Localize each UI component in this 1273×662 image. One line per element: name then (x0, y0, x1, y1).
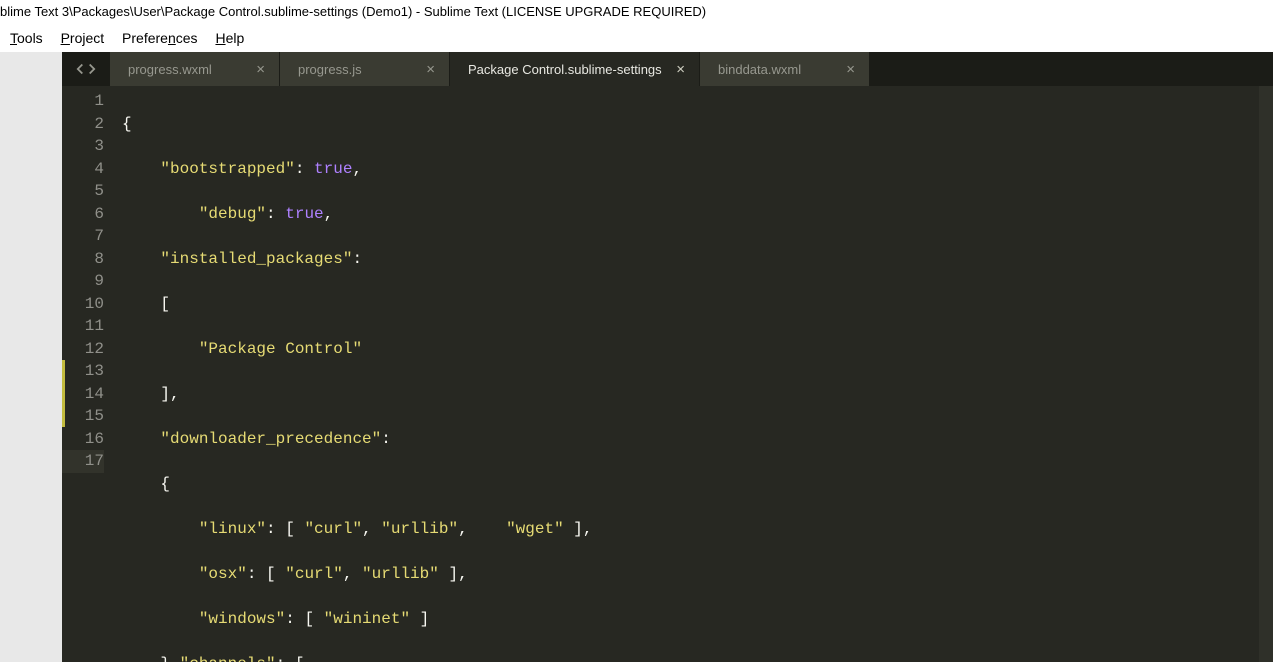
close-icon[interactable]: × (256, 62, 265, 77)
code-token: true (314, 160, 352, 178)
code-token: : [ (276, 655, 305, 662)
code-token: }, (160, 655, 179, 662)
code-token: "urllib" (381, 520, 458, 538)
code-token: , (343, 565, 362, 583)
vertical-scrollbar[interactable] (1259, 86, 1273, 662)
code-token: "curl" (304, 520, 362, 538)
code-token: "windows" (199, 610, 285, 628)
code-token: , (324, 205, 334, 223)
line-number: 17 (62, 450, 104, 473)
nav-forward-icon (87, 63, 96, 75)
menu-tools[interactable]: Tools (10, 30, 43, 46)
line-number: 11 (62, 315, 104, 338)
close-icon[interactable]: × (426, 62, 435, 77)
code-token: : (352, 250, 362, 268)
code-token: "bootstrapped" (160, 160, 294, 178)
menu-bar: Tools Project Preferences Help (0, 24, 1273, 52)
line-number: 10 (62, 293, 104, 316)
line-number: 4 (62, 158, 104, 181)
code-token: { (160, 475, 170, 493)
code-token: { (122, 115, 132, 133)
tab-label: Package Control.sublime-settings (468, 62, 664, 77)
code-token: ] (410, 610, 429, 628)
code-token: ], (564, 520, 593, 538)
nav-back-icon (76, 63, 85, 75)
line-number: 9 (62, 270, 104, 293)
tab-label: progress.wxml (128, 62, 244, 77)
code-token: , (352, 160, 362, 178)
code-token: "linux" (199, 520, 266, 538)
line-number: 6 (62, 203, 104, 226)
code-token: "wget" (506, 520, 564, 538)
code-token: "urllib" (362, 565, 439, 583)
tab-progress-js[interactable]: progress.js × (280, 52, 450, 86)
line-number: 5 (62, 180, 104, 203)
line-number: 1 (62, 90, 104, 113)
line-number: 15 (62, 405, 104, 428)
line-number: 8 (62, 248, 104, 271)
menu-project[interactable]: Project (61, 30, 105, 46)
code-token: , (362, 520, 381, 538)
code-token: [ (160, 295, 170, 313)
history-nav[interactable] (62, 52, 110, 86)
code-token: : [ (266, 520, 304, 538)
code-token: : [ (247, 565, 285, 583)
line-number: 2 (62, 113, 104, 136)
line-number: 7 (62, 225, 104, 248)
code-token: "downloader_precedence" (160, 430, 381, 448)
code-token: : [ (285, 610, 323, 628)
tab-strip: progress.wxml × progress.js × Package Co… (62, 52, 1273, 86)
code-area[interactable]: 1 2 3 4 5 6 7 8 9 10 11 12 13 14 15 16 1… (62, 86, 1273, 662)
close-icon[interactable]: × (676, 62, 685, 77)
left-margin (0, 52, 62, 662)
code-token: "Package Control" (199, 340, 362, 358)
tab-binddata-wxml[interactable]: binddata.wxml × (700, 52, 870, 86)
line-number: 13 (62, 360, 104, 383)
line-number: 3 (62, 135, 104, 158)
editor-pane: progress.wxml × progress.js × Package Co… (62, 52, 1273, 662)
close-icon[interactable]: × (846, 62, 855, 77)
code-token: : (266, 205, 285, 223)
code-token: "installed_packages" (160, 250, 352, 268)
tab-label: progress.js (298, 62, 414, 77)
code-token: "osx" (199, 565, 247, 583)
line-gutter: 1 2 3 4 5 6 7 8 9 10 11 12 13 14 15 16 1… (62, 86, 116, 662)
code-token: "wininet" (324, 610, 410, 628)
line-number: 14 (62, 383, 104, 406)
menu-preferences[interactable]: Preferences (122, 30, 198, 46)
code-token: "curl" (285, 565, 343, 583)
gutter-modified-marker (62, 360, 65, 427)
menu-help[interactable]: Help (215, 30, 244, 46)
code-token: , (458, 520, 506, 538)
line-number: 12 (62, 338, 104, 361)
code-token: "channels" (180, 655, 276, 662)
code-token: true (285, 205, 323, 223)
code-token: ], (160, 385, 179, 403)
code-token: "debug" (199, 205, 266, 223)
line-number: 16 (62, 428, 104, 451)
tab-progress-wxml[interactable]: progress.wxml × (110, 52, 280, 86)
tab-label: binddata.wxml (718, 62, 834, 77)
code-token: : (295, 160, 314, 178)
window-title: blime Text 3\Packages\User\Package Contr… (0, 0, 1273, 24)
code-content[interactable]: { "bootstrapped": true, "debug": true, "… (116, 86, 1273, 662)
tab-package-control[interactable]: Package Control.sublime-settings × (450, 52, 700, 86)
code-token: : (381, 430, 391, 448)
code-token: ], (439, 565, 468, 583)
